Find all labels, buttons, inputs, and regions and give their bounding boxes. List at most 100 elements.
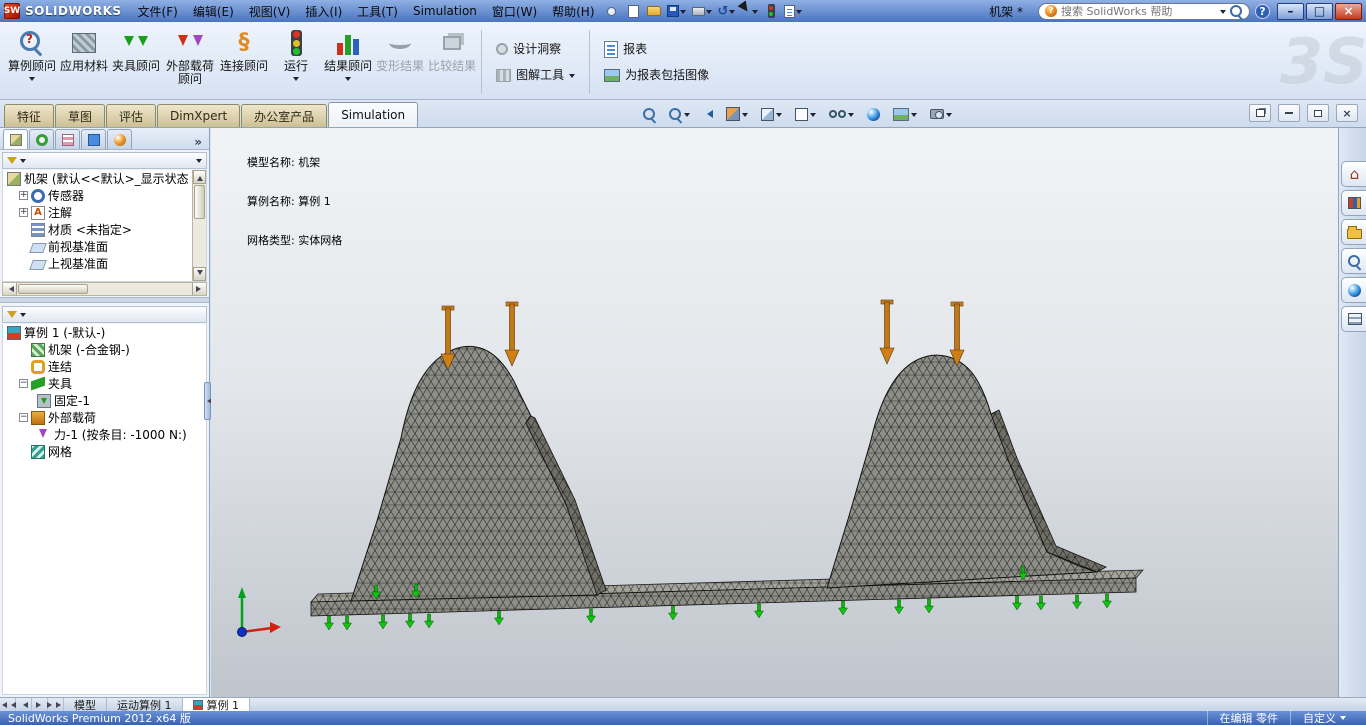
feature-tree-filter[interactable] [2,152,207,169]
connections-advisor-button[interactable]: § 连接顾问 [218,25,270,99]
study-advisor-button[interactable]: ? 算例顾问 [6,25,58,99]
design-insight-button[interactable]: 设计洞察 [493,39,578,59]
feature-tree-horizontal-scrollbar[interactable] [2,282,207,296]
fixtures-advisor-button[interactable]: 夹具顾问 [110,25,162,99]
panel-splitter[interactable] [204,382,211,420]
print-button[interactable] [690,2,714,20]
help-search-box[interactable]: ? [1038,3,1250,20]
tree-item-front-plane[interactable]: 前视基准面 [3,238,191,255]
propertymanager-tab[interactable] [29,129,54,149]
zoom-to-fit-button[interactable] [640,104,659,124]
run-button[interactable]: 运行 [270,25,322,99]
tree-item-sensors[interactable]: + 传感器 [3,187,191,204]
menu-view[interactable]: 视图(V) [242,1,298,22]
scrollbar-thumb[interactable] [194,185,205,219]
menu-window[interactable]: 窗口(W) [485,1,544,22]
tree-item-annotations[interactable]: + A 注解 [3,204,191,221]
scroll-down-button[interactable] [193,267,206,281]
viewport-canvas[interactable] [211,128,1338,697]
apply-scene-button[interactable] [890,104,920,124]
study-item-root[interactable]: 算例 1 (-默认-) [3,324,206,341]
tab-dimxpert[interactable]: DimXpert [157,104,240,127]
doc-close-button[interactable]: × [1336,104,1358,122]
study-item-force-1[interactable]: 力-1 (按条目: -1000 N:) [3,426,206,443]
file-explorer-button[interactable] [1341,219,1366,245]
undo-button[interactable]: ↺ [716,2,738,20]
study-item-fixtures[interactable]: − 夹具 [3,375,206,392]
search-icon[interactable] [1230,5,1243,18]
collapse-minus-icon[interactable]: − [19,379,28,388]
edit-appearance-button[interactable] [864,104,883,124]
tab-sketch[interactable]: 草图 [55,104,105,127]
options-button[interactable] [782,2,804,20]
menu-file[interactable]: 文件(F) [131,1,185,22]
expand-plus-icon[interactable]: + [19,208,28,217]
zoom-to-area-button[interactable] [666,104,693,124]
solidworks-resources-button[interactable]: ⌂ [1341,161,1366,187]
apply-material-button[interactable]: 应用材料 [58,25,110,99]
doc-maximize-button[interactable] [1307,104,1329,122]
view-settings-button[interactable] [927,104,955,124]
panel-tabs-overflow[interactable]: » [190,135,206,149]
scrollbar-thumb[interactable] [18,284,88,294]
panel-section-divider[interactable] [0,297,209,303]
study-item-connections[interactable]: 连结 [3,358,206,375]
plot-tools-button[interactable]: 图解工具 [493,65,578,85]
collapse-minus-icon[interactable]: − [19,413,28,422]
meshed-model[interactable] [311,346,1143,616]
customize-menu[interactable]: 自定义 [1290,710,1358,725]
tree-item-material[interactable]: 材质 <未指定> [3,221,191,238]
results-advisor-button[interactable]: 结果顾问 [322,25,374,99]
tab-features[interactable]: 特征 [4,104,54,127]
rebuild-button[interactable] [762,2,780,20]
featuremanager-tab[interactable] [3,129,28,149]
previous-view-button[interactable] [700,104,716,124]
menu-simulation[interactable]: Simulation [406,2,484,20]
study-item-part[interactable]: 机架 (-合金钢-) [3,341,206,358]
deformed-result-button[interactable]: 变形结果 [374,25,426,99]
study-item-mesh[interactable]: 网格 [3,443,206,460]
open-button[interactable] [645,2,663,20]
feature-tree-vertical-scrollbar[interactable] [192,170,206,281]
tab-simulation[interactable]: Simulation [328,102,418,127]
tab-evaluate[interactable]: 评估 [106,104,156,127]
maximize-button[interactable]: □ [1306,3,1333,20]
close-button[interactable]: × [1335,3,1362,20]
minimize-button[interactable]: – [1277,3,1304,20]
new-document-button[interactable] [625,2,643,20]
panel-collapse-icon[interactable] [196,159,202,166]
custom-properties-button[interactable] [1341,306,1366,332]
study-item-external-loads[interactable]: − 外部载荷 [3,409,206,426]
menu-tools[interactable]: 工具(T) [350,1,405,22]
tree-item-top-plane[interactable]: 上视基准面 [3,255,191,272]
appearances-scenes-button[interactable] [1341,277,1366,303]
external-loads-advisor-button[interactable]: 外部载荷顾问 [162,25,218,99]
search-scope-caret-icon[interactable] [1220,10,1226,17]
section-view-button[interactable] [723,104,751,124]
save-button[interactable] [665,2,688,20]
menu-pin-icon[interactable] [607,7,616,16]
select-button[interactable] [739,2,760,20]
scroll-right-button[interactable] [192,283,206,295]
design-library-button[interactable] [1341,190,1366,216]
dimxpertmanager-tab[interactable] [81,129,106,149]
scroll-up-button[interactable] [193,170,206,184]
display-style-button[interactable] [792,104,819,124]
hide-show-items-button[interactable] [826,104,857,124]
graphics-viewport[interactable]: 模型名称: 机架 算例名称: 算例 1 网格类型: 实体网格 [211,128,1338,697]
expand-plus-icon[interactable]: + [19,191,28,200]
search-pane-button[interactable] [1341,248,1366,274]
scroll-left-button[interactable] [3,283,17,295]
doc-restore-button[interactable] [1249,104,1271,122]
tab-office-products[interactable]: 办公室产品 [241,104,327,127]
menu-insert[interactable]: 插入(I) [298,1,349,22]
include-image-for-report-button[interactable]: 为报表包括图像 [601,65,712,85]
view-orientation-button[interactable] [758,104,785,124]
compare-results-button[interactable]: 比较结果 [426,25,478,99]
search-input[interactable] [1061,5,1216,18]
report-button[interactable]: 报表 [601,39,712,59]
menu-edit[interactable]: 编辑(E) [186,1,241,22]
help-button[interactable]: ? [1255,4,1270,19]
doc-minimize-button[interactable] [1278,104,1300,122]
menu-help[interactable]: 帮助(H) [545,1,601,22]
